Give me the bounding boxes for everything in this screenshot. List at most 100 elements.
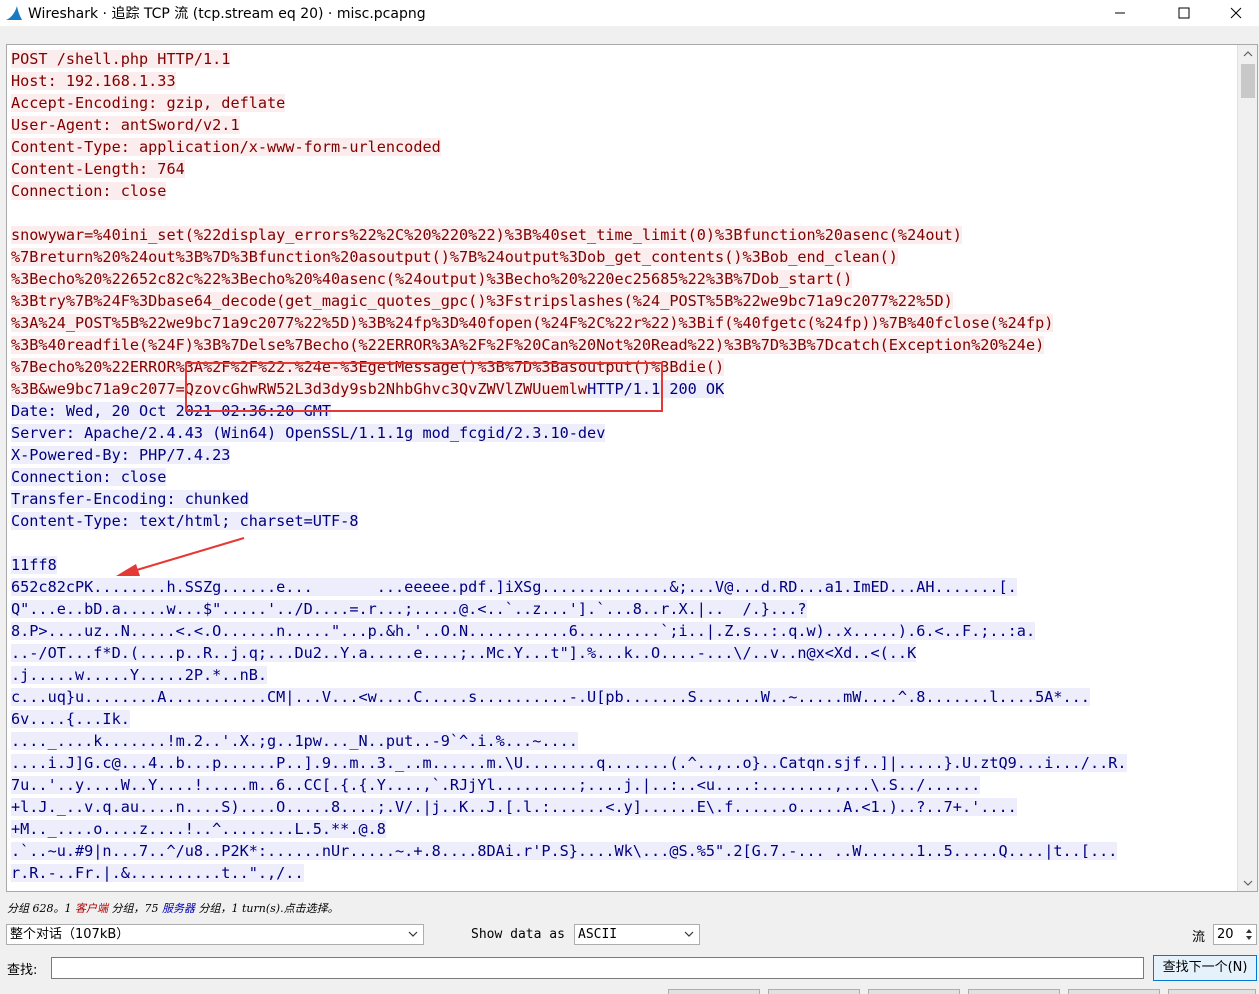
stream-status-line: 分组 628。1 客户端 分组，75 服务器 分组，1 turn(s).点击选择… [7,900,339,916]
stream-line: %3A%24_POST%5B%22we9bc71a9c2077%22%5D)%3… [11,312,1237,334]
stream-line: %7Breturn%20%24out%3B%7D%3Bfunction%20as… [11,246,1237,268]
stream-line: X-Powered-By: PHP/7.4.23 [11,444,1237,466]
stream-line: Q"...e..bD.a.....w...$".....'../D....=.r… [11,598,1237,620]
stream-line: .`..~u.#9|n...7..^/u8..P2K*:......nUr...… [11,840,1237,862]
stream-line: Date: Wed, 20 Oct 2021 02:36:20 GMT [11,400,1237,422]
client-text: Content-Length: 764 [11,160,185,178]
stream-line: snowywar=%40ini_set(%22display_errors%22… [11,224,1237,246]
client-text: snowywar=%40ini_set(%22display_errors%22… [11,226,962,244]
stream-line: Content-Length: 764 [11,158,1237,180]
server-text: ...._....k.......!m.2..'.X.;g..1pw..._N.… [11,732,578,750]
scroll-down-button[interactable] [1238,874,1257,891]
stream-line: User-Agent: antSword/v2.1 [11,114,1237,136]
stream-line: 8.P>....uz..N.....<.<.O......n....."...p… [11,620,1237,642]
stream-number-value: 20 [1217,927,1234,942]
server-text: 6v....{...Ik. [11,710,130,728]
stream-line: r.R.-..Fr.|.&..........t..".,/.. [11,862,1237,884]
stream-line: %3B%40readfile(%24F)%3B%7Delse%7Becho(%2… [11,334,1237,356]
show-data-as-value: ASCII [578,927,618,942]
client-text: %3B&we9bc71a9c2077=QzovcGhwRW52L3d3dy9sb… [11,380,588,398]
server-text: +M.._....o....z....!..^........L.5.**.@.… [11,820,386,838]
client-text: %3B%40readfile(%24F)%3B%7Delse%7Becho(%2… [11,336,1045,354]
stream-line: Connection: close [11,466,1237,488]
client-text: User-Agent: antSword/v2.1 [11,116,240,134]
stream-line: Accept-Encoding: gzip, deflate [11,92,1237,114]
chevron-down-icon [408,931,418,937]
stream-line [11,202,1237,224]
server-text: Q"...e..bD.a.....w...$".....'../D....=.r… [11,600,807,618]
client-text: %7Breturn%20%24out%3B%7D%3Bfunction%20as… [11,248,898,266]
server-text: 8.P>....uz..N.....<.<.O......n....."...p… [11,622,1036,640]
server-text: X-Powered-By: PHP/7.4.23 [11,446,231,464]
dialog-button-2[interactable] [768,989,860,994]
vertical-scrollbar[interactable] [1237,45,1257,891]
client-text: %3Becho%20%22652c82c%22%3Becho%20%40asen… [11,270,853,288]
server-text: c...uq}u........A...........CM|...V...<w… [11,688,1090,706]
stream-line: %3Btry%7B%24F%3Dbase64_decode(get_magic_… [11,290,1237,312]
server-text: HTTP/1.1 200 OK [587,380,725,398]
server-text: ..-/OT...f*D.(....p..R..j.q;...Du2..Y.a.… [11,644,917,662]
stream-line: %7Becho%20%22ERROR%3A%2F%2F%22.%24e-%3Eg… [11,356,1237,378]
maximize-icon [1178,7,1190,19]
stream-line: Server: Apache/2.4.43 (Win64) OpenSSL/1.… [11,422,1237,444]
dialog-button-strip [0,988,1259,994]
stream-line: ....i.J]G.c@...4..b...p......P..].9..m..… [11,752,1237,774]
stream-line: +M.._....o....z....!..^........L.5.**.@.… [11,818,1237,840]
stream-content: POST /shell.php HTTP/1.1 Host: 192.168.1.… [11,48,1237,884]
server-text: 11ff8 [11,556,57,574]
server-text: 7u..'..y....W..Y....!.....m..6..CC[.{.{.… [11,776,981,794]
minimize-icon [1115,12,1125,14]
server-text: r.R.-..Fr.|.&..........t..".,/.. [11,864,304,882]
stream-line: .j.....w.....Y.....2P.*..nB. [11,664,1237,686]
client-text: %7Becho%20%22ERROR%3A%2F%2F%22.%24e-%3Eg… [11,358,725,376]
server-text: .j.....w.....Y.....2P.*..nB. [11,666,268,684]
maximize-button[interactable] [1161,0,1207,26]
stream-line: c...uq}u........A...........CM|...V...<w… [11,686,1237,708]
stream-line: ..-/OT...f*D.(....p..R..j.q;...Du2..Y.a.… [11,642,1237,664]
chevron-up-icon [1243,50,1253,56]
stream-label: 流 [1192,930,1206,945]
stream-line: %3B&we9bc71a9c2077=QzovcGhwRW52L3d3dy9sb… [11,378,1237,400]
server-text: Connection: close [11,468,167,486]
server-text: Server: Apache/2.4.43 (Win64) OpenSSL/1.… [11,424,606,442]
show-data-as-select[interactable]: ASCII [574,924,700,945]
stream-line: 6v....{...Ik. [11,708,1237,730]
find-label: 查找: [7,963,38,978]
dialog-button-6[interactable] [1168,989,1256,994]
dialog-button-4[interactable] [968,989,1060,994]
stream-number-spinbox[interactable]: 20 [1213,924,1257,945]
find-next-button[interactable]: 查找下一个(N) [1153,955,1257,981]
stream-text-area[interactable]: POST /shell.php HTTP/1.1 Host: 192.168.1.… [6,44,1258,892]
scrollbar-thumb[interactable] [1241,64,1255,98]
server-text: .`..~u.#9|n...7..^/u8..P2K*:......nUr...… [11,842,1118,860]
dialog-button-3[interactable] [868,989,960,994]
conversation-select-value: 整个对话（107kB） [10,927,130,942]
conversation-select[interactable]: 整个对话（107kB） [6,924,424,945]
server-text: +l.J._..v.q.au....n....S)....O.....8....… [11,798,1017,816]
dialog-button-1[interactable] [668,989,760,994]
dialog-button-5[interactable] [1068,989,1160,994]
stream-line: POST /shell.php HTTP/1.1 [11,48,1237,70]
stream-line: 7u..'..y....W..Y....!.....m..6..CC[.{.{.… [11,774,1237,796]
status-prefix: 分组 628。1 [7,902,72,915]
minimize-button[interactable] [1097,0,1143,26]
annotation-arrow-icon [116,537,245,576]
status-middle: 分组，75 [111,902,159,915]
client-text: Accept-Encoding: gzip, deflate [11,94,286,112]
stream-line: %3Becho%20%22652c82c%22%3Becho%20%40asen… [11,268,1237,290]
title-bar: Wireshark · 追踪 TCP 流 (tcp.stream eq 20) … [0,0,1259,26]
scroll-up-button[interactable] [1238,45,1257,62]
close-button[interactable] [1213,0,1259,26]
find-input[interactable] [51,957,1144,979]
server-text: Content-Type: text/html; charset=UTF-8 [11,512,359,530]
stream-line: Host: 192.168.1.33 [11,70,1237,92]
server-text: ....i.J]G.c@...4..b...p......P..].9..m..… [11,754,1127,772]
server-text: Date: Wed, 20 Oct 2021 02:36:20 GMT [11,402,332,420]
show-data-label: Show data as [471,927,565,942]
status-suffix: 分组，1 turn(s).点击选择。 [198,902,339,915]
status-server-word: 服务器 [162,902,195,915]
spin-arrows-icon[interactable] [1242,925,1256,944]
close-icon [1230,7,1242,19]
client-text: Connection: close [11,182,167,200]
stream-line: Connection: close [11,180,1237,202]
